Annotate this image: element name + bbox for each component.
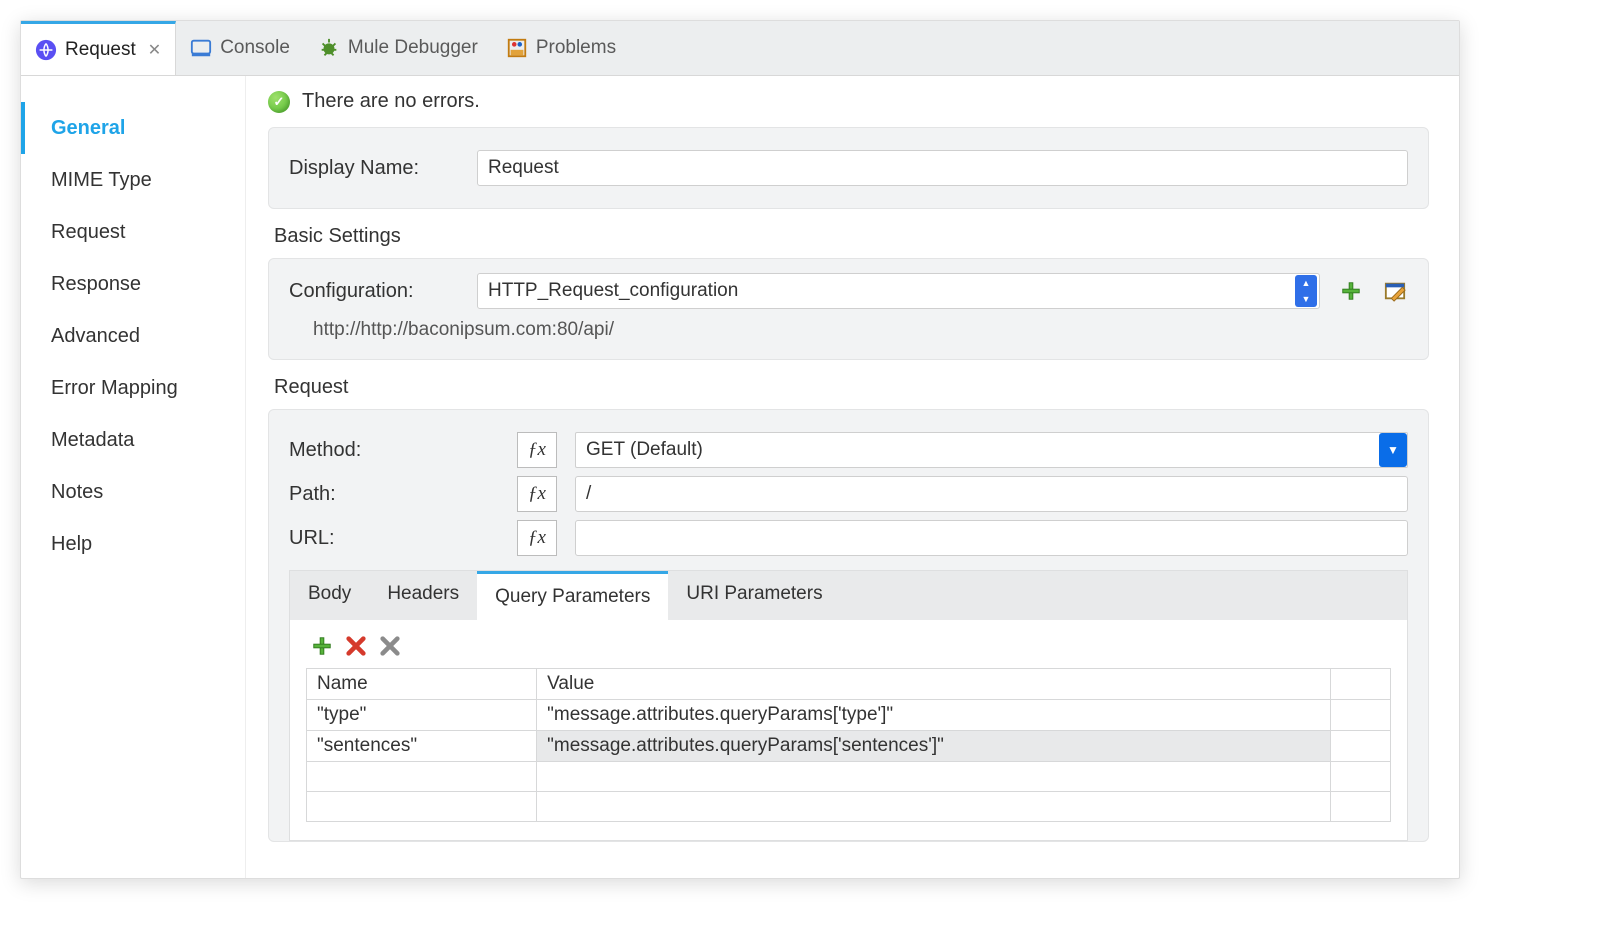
table-row-empty[interactable]	[307, 762, 1391, 792]
problems-icon	[506, 37, 528, 59]
tab-console-label: Console	[220, 37, 290, 59]
sidebar-item-advanced[interactable]: Advanced	[21, 310, 245, 362]
request-title: Request	[274, 376, 1429, 399]
display-name-label: Display Name:	[289, 157, 459, 180]
tab-console[interactable]: Console	[176, 21, 304, 75]
param-value-cell[interactable]: "message.attributes.queryParams['sentenc…	[537, 731, 1331, 762]
sidebar-item-metadata[interactable]: Metadata	[21, 414, 245, 466]
param-name-cell[interactable]: "sentences"	[307, 731, 537, 762]
table-row[interactable]: "type" "message.attributes.queryParams['…	[307, 700, 1391, 731]
configuration-url: http://http://baconipsum.com:80/api/	[289, 309, 1408, 345]
configuration-label: Configuration:	[289, 280, 459, 303]
params-col-name[interactable]: Name	[307, 669, 537, 700]
top-tab-bar: Request ✕ Console Mule Debugger Problems	[21, 21, 1459, 76]
method-value: GET (Default)	[586, 439, 703, 461]
query-params-table: Name Value "type" "message.attributes.qu…	[306, 668, 1391, 822]
method-select[interactable]: GET (Default) ▼	[575, 432, 1408, 468]
tab-problems-label: Problems	[536, 37, 616, 59]
chevron-down-icon[interactable]: ▼	[1379, 433, 1407, 467]
configuration-select[interactable]: HTTP_Request_configuration ▲▼	[477, 273, 1320, 309]
subtab-headers[interactable]: Headers	[369, 571, 477, 620]
display-name-panel: Display Name:	[268, 127, 1429, 209]
table-row-empty[interactable]	[307, 792, 1391, 822]
close-icon[interactable]: ✕	[148, 40, 161, 60]
fx-url-button[interactable]: ƒx	[517, 520, 557, 556]
sidebar-item-request[interactable]: Request	[21, 206, 245, 258]
path-label: Path:	[289, 483, 499, 506]
sidebar-item-help[interactable]: Help	[21, 518, 245, 570]
add-config-button[interactable]	[1338, 278, 1364, 304]
console-icon	[190, 37, 212, 59]
basic-settings-section: Basic Settings Configuration: HTTP_Reque…	[268, 225, 1429, 360]
subtab-body[interactable]: Body	[290, 571, 369, 620]
tab-request[interactable]: Request ✕	[21, 21, 176, 75]
sidebar-item-notes[interactable]: Notes	[21, 466, 245, 518]
param-value-cell[interactable]: "message.attributes.queryParams['type']"	[537, 700, 1331, 731]
tab-request-label: Request	[65, 39, 136, 61]
table-row[interactable]: "sentences" "message.attributes.queryPar…	[307, 731, 1391, 762]
request-icon	[35, 39, 57, 61]
main-panel: There are no errors. Display Name: Basic…	[246, 76, 1459, 878]
sidebar-item-response[interactable]: Response	[21, 258, 245, 310]
status-row: There are no errors.	[268, 90, 1429, 113]
display-name-input[interactable]	[477, 150, 1408, 186]
edit-config-button[interactable]	[1382, 278, 1408, 304]
fx-path-button[interactable]: ƒx	[517, 476, 557, 512]
ok-icon	[268, 91, 290, 113]
tab-debugger[interactable]: Mule Debugger	[304, 21, 492, 75]
properties-window: Request ✕ Console Mule Debugger Problems…	[20, 20, 1460, 879]
add-param-button[interactable]	[310, 634, 334, 658]
url-label: URL:	[289, 527, 499, 550]
fx-method-button[interactable]: ƒx	[517, 432, 557, 468]
tab-debugger-label: Mule Debugger	[348, 37, 478, 59]
status-text: There are no errors.	[302, 90, 480, 113]
debugger-icon	[318, 37, 340, 59]
request-subtabs: Body Headers Query Parameters URI Parame…	[289, 570, 1408, 620]
configuration-value: HTTP_Request_configuration	[488, 280, 738, 302]
sidebar-item-mime-type[interactable]: MIME Type	[21, 154, 245, 206]
request-section: Request Method: ƒx GET (Default) ▼ Path:…	[268, 376, 1429, 842]
select-stepper-icon[interactable]: ▲▼	[1295, 275, 1317, 307]
remove-param-button[interactable]	[344, 634, 368, 658]
params-col-spacer	[1331, 669, 1391, 700]
clear-params-button[interactable]	[378, 634, 402, 658]
path-input[interactable]	[575, 476, 1408, 512]
param-name-cell[interactable]: "type"	[307, 700, 537, 731]
subtab-uri-parameters[interactable]: URI Parameters	[668, 571, 840, 620]
method-label: Method:	[289, 439, 499, 462]
tab-problems[interactable]: Problems	[492, 21, 630, 75]
query-params-body: Name Value "type" "message.attributes.qu…	[289, 620, 1408, 841]
basic-settings-title: Basic Settings	[274, 225, 1429, 248]
url-input[interactable]	[575, 520, 1408, 556]
sidebar-item-error-mapping[interactable]: Error Mapping	[21, 362, 245, 414]
params-col-value[interactable]: Value	[537, 669, 1331, 700]
sidebar-item-general[interactable]: General	[21, 102, 245, 154]
subtab-query-parameters[interactable]: Query Parameters	[477, 571, 668, 620]
sidebar: General MIME Type Request Response Advan…	[21, 76, 246, 878]
